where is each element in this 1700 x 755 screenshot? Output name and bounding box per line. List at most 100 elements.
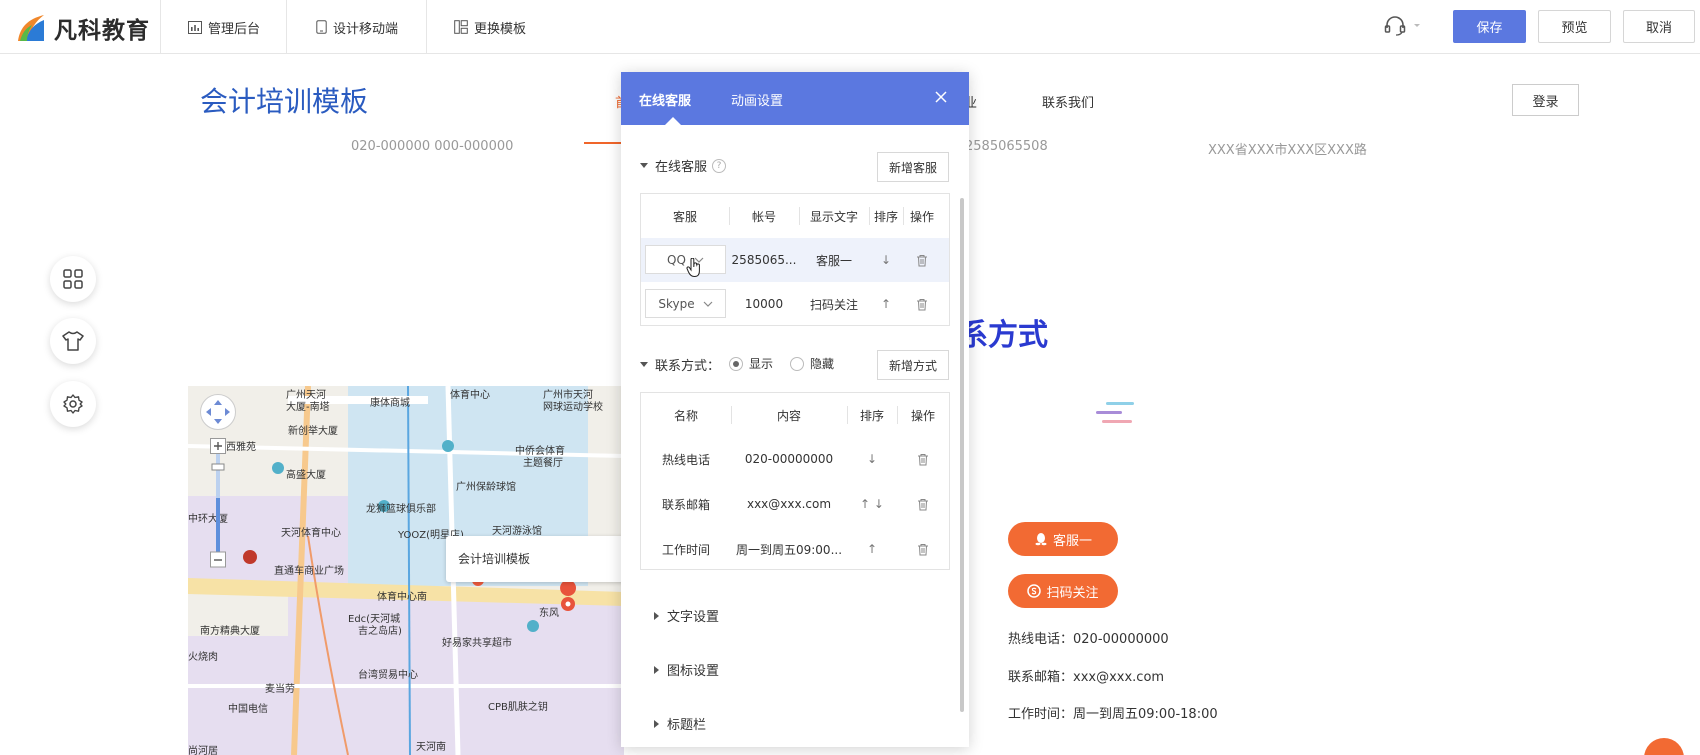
email-text: 联系邮箱：xxx@xxx.com: [1008, 670, 1165, 685]
preview-button[interactable]: 预览: [1538, 10, 1611, 43]
column-header: 显示文字: [809, 209, 858, 224]
table-row[interactable]: 热线电话 020-00000000 ↓: [641, 437, 949, 482]
table-row[interactable]: Skype 10000 扫码关注 ↑: [641, 282, 949, 326]
map-label: 康体商城: [370, 398, 410, 409]
save-button[interactable]: 保存: [1453, 10, 1526, 43]
qq-icon: [1035, 533, 1047, 546]
add-contact-button[interactable]: 新增方式: [877, 350, 949, 380]
hours-text: 工作时间：周一到周五09:00-18:00: [1008, 707, 1218, 722]
table-row[interactable]: 工作时间 周一到周五09:00... ↑: [641, 527, 949, 572]
contact-heading[interactable]: 系方式: [958, 310, 1048, 354]
move-down-button[interactable]: ↓: [869, 238, 903, 282]
collapse-icon: [654, 665, 659, 674]
trash-icon: [918, 543, 928, 555]
trash-icon: [917, 254, 927, 266]
add-service-button[interactable]: 新增客服: [877, 152, 949, 182]
icon-settings-toggle[interactable]: 图标设置: [654, 660, 719, 679]
nav-admin-label: 管理后台: [208, 21, 261, 37]
map-label: 龙狮篮球俱乐部: [366, 504, 436, 515]
account-cell: 10000: [744, 297, 784, 311]
display-text-cell: 扫码关注: [809, 297, 858, 312]
map-pan-control[interactable]: [200, 394, 236, 430]
cancel-button[interactable]: 取消: [1623, 10, 1695, 43]
titlebar-settings-toggle[interactable]: 标题栏: [654, 714, 706, 733]
nav-admin-link[interactable]: 管理后台: [188, 17, 260, 37]
column-header: 排序: [873, 209, 898, 224]
map-label: 火烧肉: [188, 652, 218, 663]
panel-close-button[interactable]: [934, 90, 948, 108]
select-value: Skype: [658, 296, 695, 311]
radio-checked-icon: [729, 356, 743, 371]
shirt-icon: [62, 331, 84, 351]
close-icon: [935, 91, 947, 103]
map-label: 好易家共享超市: [442, 638, 512, 649]
bar-chart-icon: [188, 20, 202, 34]
site-nav-contact[interactable]: 联系我们: [1042, 92, 1094, 111]
contact-show-radio[interactable]: 显示: [729, 355, 773, 372]
map-zoom-slider[interactable]: [210, 438, 226, 568]
site-title[interactable]: 会计培训模板: [200, 80, 368, 120]
floating-service-button[interactable]: [1644, 738, 1684, 755]
text-settings-toggle[interactable]: 文字设置: [654, 606, 719, 625]
brand-logo[interactable]: 凡科教育: [14, 8, 150, 48]
delete-button[interactable]: [897, 437, 949, 481]
map-label: 麦当劳: [265, 684, 295, 695]
trash-icon: [918, 498, 928, 510]
collapse-icon: [654, 611, 659, 620]
move-up-button[interactable]: ↑: [869, 282, 903, 326]
template-icon: [454, 20, 468, 34]
contact-section-title: 联系方式：: [655, 359, 721, 374]
hotline-text: 热线电话：020-00000000: [1008, 632, 1169, 647]
service-qq-label: 客服一: [1052, 533, 1092, 549]
module-tool[interactable]: [50, 256, 96, 302]
collapse-icon: [654, 719, 659, 728]
decoration-lines-icon: [1096, 402, 1134, 423]
nav-template-link[interactable]: 更换模板: [454, 17, 526, 37]
contact-content-cell: xxx@xxx.com: [746, 497, 832, 511]
service-type-select[interactable]: Skype: [645, 289, 726, 318]
delete-button[interactable]: [903, 282, 941, 326]
nav-active-underline: [584, 142, 624, 144]
active-tab-indicator: [665, 117, 681, 125]
help-icon[interactable]: ?: [712, 158, 727, 173]
contact-content-cell: 周一到周五09:00...: [735, 542, 843, 557]
divider: [160, 0, 161, 54]
service-qq-button[interactable]: 客服一: [1008, 522, 1118, 556]
contact-hide-radio[interactable]: 隐藏: [790, 355, 834, 372]
contact-table: 名称 内容 排序 操作 热线电话 020-00000000 ↓ 联系邮箱 xxx…: [640, 392, 950, 570]
radio-label: 隐藏: [810, 357, 835, 371]
table-row[interactable]: 联系邮箱 xxx@xxx.com ↑ ↓: [641, 482, 949, 527]
pan-arrows-icon: [206, 400, 230, 424]
map-label: 南方精典大厦: [200, 626, 260, 637]
tab-online-service[interactable]: 在线客服: [639, 90, 691, 109]
panel-scrollbar[interactable]: [960, 198, 964, 712]
theme-tool[interactable]: [50, 318, 96, 364]
move-down-button[interactable]: ↓: [847, 437, 897, 481]
online-service-panel: 在线客服 动画设置 在线客服 ? 新增客服 客服 帐号 显示文字 排序 操作 Q…: [621, 72, 969, 747]
display-text-cell: 客服一: [815, 253, 852, 268]
delete-button[interactable]: [897, 482, 949, 526]
expand-icon: [640, 362, 648, 367]
contact-content-cell: 020-00000000: [744, 452, 834, 466]
service-skype-button[interactable]: 扫码关注: [1008, 574, 1118, 608]
sort-buttons[interactable]: ↑ ↓: [847, 482, 897, 526]
table-row[interactable]: QQ 2585065... 客服一 ↓: [641, 238, 949, 282]
contact-section-toggle[interactable]: 联系方式：: [640, 355, 720, 374]
trash-icon: [918, 453, 928, 465]
move-up-button[interactable]: ↑: [847, 527, 897, 571]
map-widget[interactable]: 广州天河 大厦-南塔 康体商城 体育中心 广州市天河 网球运动学校 西雅苑 新创…: [188, 386, 624, 755]
nav-mobile-link[interactable]: 设计移动端: [316, 17, 398, 37]
contact-name-cell: 联系邮箱: [661, 497, 710, 512]
login-button[interactable]: 登录: [1512, 84, 1579, 116]
settings-tool[interactable]: [50, 381, 96, 427]
delete-button[interactable]: [897, 527, 949, 571]
map-label: 高盛大厦: [286, 470, 326, 481]
delete-button[interactable]: [903, 238, 941, 282]
support-menu[interactable]: [1384, 16, 1422, 36]
service-section-toggle[interactable]: 在线客服 ?: [640, 156, 727, 175]
map-label: 台湾贸易中心: [358, 670, 418, 681]
map-info-popup[interactable]: 会计培训模板: [446, 536, 624, 582]
tab-animation[interactable]: 动画设置: [731, 90, 783, 109]
section-title: 图标设置: [667, 664, 720, 679]
map-label: 尚河居: [188, 746, 218, 755]
